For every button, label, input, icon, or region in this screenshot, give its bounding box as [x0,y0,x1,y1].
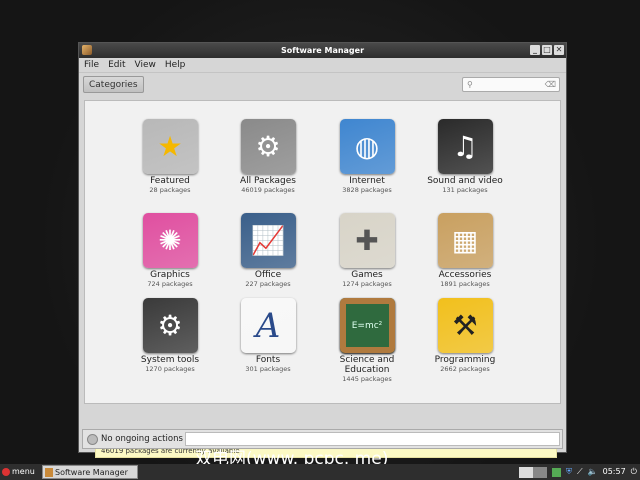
category-count: 301 packages [245,365,291,373]
software-manager-window: Software Manager _ □ ✕ File Edit View He… [78,42,567,458]
menu-button[interactable]: menu [2,464,35,480]
clock[interactable]: 05:57 [603,464,626,480]
globe-icon: ◍ [339,119,395,174]
clapper-music-icon: ♫ [437,119,493,174]
category-sound-and-video[interactable]: ♫ Sound and video 131 packages [418,119,512,195]
update-icon[interactable] [552,467,562,477]
category-all-packages[interactable]: ⚙ All Packages 46019 packages [221,119,315,195]
category-graphics[interactable]: ✺ Graphics 724 packages [123,213,217,289]
workspace-2[interactable] [533,466,548,478]
search-input[interactable]: ⚲ ⌫ [462,77,560,92]
category-count: 46019 packages [241,186,295,194]
category-system-tools[interactable]: ⚙ System tools 1270 packages [123,298,217,374]
category-internet[interactable]: ◍ Internet 3828 packages [320,119,414,195]
network-icon[interactable]: ⟋ [577,464,583,480]
category-name: Games [351,270,383,280]
category-office[interactable]: 📈 Office 227 packages [221,213,315,289]
category-name: Featured [150,176,190,186]
category-name: Sound and video [427,176,503,186]
menu-view[interactable]: View [135,58,156,72]
minimize-button[interactable]: _ [530,45,540,55]
category-accessories[interactable]: ▦ Accessories 1891 packages [418,213,512,289]
construction-icon: ⚒ [437,298,493,353]
category-programming[interactable]: ⚒ Programming 2662 packages [418,298,512,374]
category-count: 2662 packages [440,365,490,373]
clear-icon[interactable]: ⌫ [545,78,556,91]
maximize-button[interactable]: □ [542,45,552,55]
title-bar[interactable]: Software Manager _ □ ✕ [79,43,566,58]
category-count: 1445 packages [342,375,392,383]
taskbar-software-manager[interactable]: Software Manager [42,465,138,479]
menu-file[interactable]: File [84,58,99,72]
category-count: 227 packages [245,280,291,288]
volume-icon[interactable]: 🔈 [588,464,598,480]
chart-icon: 📈 [240,213,296,268]
toolbar: Categories ⚲ ⌫ [79,73,566,97]
category-count: 3828 packages [342,186,392,194]
shield-icon[interactable]: ⛨ [566,464,572,480]
category-science-and-education[interactable]: E=mc² Science and Education 1445 package… [320,298,414,384]
taskbar: menu Software Manager ⛨ ⟋ 🔈 05:57 ⏻ [0,464,640,480]
category-name: System tools [140,355,200,365]
category-featured[interactable]: ★ Featured 28 packages [123,119,217,195]
workspace-1[interactable] [519,466,534,478]
category-name: Graphics [150,270,190,280]
category-count: 28 packages [149,186,191,194]
search-icon: ⚲ [467,80,473,89]
category-count: 1274 packages [342,280,392,288]
menu-help[interactable]: Help [165,58,186,72]
font-icon: A [240,298,296,353]
categories-grid: 46019 packages are currently available ★… [84,100,561,458]
category-name: Programming [434,355,496,365]
category-name: All Packages [239,176,296,186]
close-button[interactable]: ✕ [554,45,564,55]
category-name: Internet [349,176,385,186]
gamepad-icon: ✚ [339,213,395,268]
app-icon [82,45,92,55]
gear-icon: ⚙ [240,119,296,174]
menu-bar: File Edit View Help [79,58,566,73]
menu-edit[interactable]: Edit [108,58,125,72]
category-name: Fonts [255,355,281,365]
calculator-icon: ▦ [437,213,493,268]
category-count: 724 packages [147,280,193,288]
star-icon: ★ [142,119,198,174]
window-title: Software Manager [280,46,365,55]
gears-icon: ⚙ [142,298,198,353]
gear-icon [87,434,98,445]
chalkboard-icon: E=mc² [339,298,395,353]
category-count: 131 packages [442,186,488,194]
category-name: Office [254,270,282,280]
categories-button[interactable]: Categories [83,76,144,93]
color-wheel-icon: ✺ [142,213,198,268]
category-count: 1891 packages [440,280,490,288]
category-name: Science and Education [339,355,395,375]
ongoing-actions-label: No ongoing actions [101,434,183,444]
category-fonts[interactable]: A Fonts 301 packages [221,298,315,374]
power-icon[interactable]: ⏻ [631,464,637,480]
category-name: Accessories [438,270,492,280]
category-count: 1270 packages [145,365,195,373]
category-games[interactable]: ✚ Games 1274 packages [320,213,414,289]
